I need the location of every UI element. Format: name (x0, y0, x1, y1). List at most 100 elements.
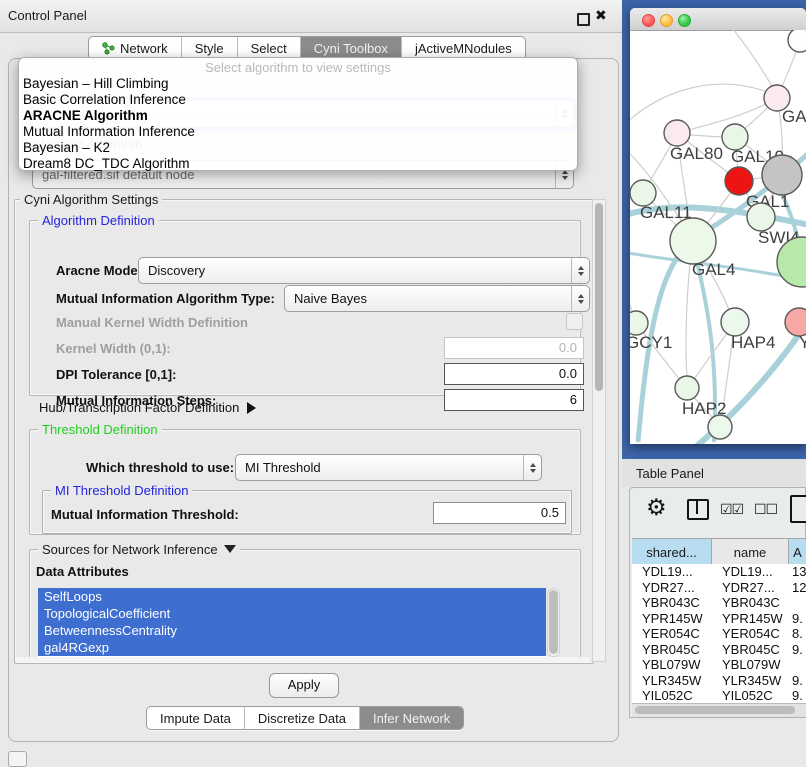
table-row[interactable]: YLR345WYLR345W9. (632, 673, 806, 689)
select-all-columns-icon[interactable]: ☑☑ (720, 501, 743, 518)
column-header[interactable]: shared... (632, 539, 712, 565)
kernel-width-label: Kernel Width (0,1): (56, 341, 171, 356)
export-table-icon[interactable] (790, 495, 806, 523)
threshold-definition-title: Threshold Definition (38, 422, 162, 437)
collapse-arrow-icon (224, 545, 236, 553)
tab-jactivemnodules[interactable]: jActiveMNodules (402, 37, 525, 59)
table-cell: 9. (789, 611, 806, 626)
table-cell: YDL19... (632, 564, 712, 579)
close-traffic-light-icon[interactable] (642, 14, 655, 27)
table-cell: 9. (789, 673, 806, 688)
screen: { "colors": { "desktop_blue": "#3c64a9",… (0, 0, 806, 762)
dpi-tolerance-field[interactable]: 0.0 (444, 363, 584, 385)
algorithm-option[interactable]: Basic Correlation Inference (19, 92, 577, 108)
network-node-gal1[interactable] (725, 167, 753, 195)
apply-button[interactable]: Apply (269, 673, 339, 698)
tab-label: jActiveMNodules (415, 41, 512, 56)
table-row[interactable]: YBR043CYBR043C (632, 595, 806, 611)
table-cell: YIL052C (712, 688, 789, 703)
algorithm-option[interactable]: ARACNE Algorithm (19, 108, 577, 124)
network-node-y[interactable] (785, 308, 806, 336)
table-row[interactable]: YBL079WYBL079W (632, 657, 806, 673)
table-rows: YDL19...YDL19...13YDR27...YDR27...12YBR0… (632, 564, 806, 703)
table-settings-gear-icon[interactable]: ⚙ (646, 494, 667, 521)
table-cell: 8. (789, 626, 806, 641)
network-node[interactable] (788, 30, 806, 52)
algorithm-option[interactable]: Dream8 DC_TDC Algorithm (19, 156, 577, 172)
settings-scrollbar[interactable] (592, 199, 606, 662)
table-header-row: shared...nameA (632, 538, 806, 566)
combo-stepper-icon (571, 286, 589, 311)
table-horizontal-scrollbar[interactable] (632, 703, 806, 717)
tab-style[interactable]: Style (182, 37, 238, 59)
aracne-mode-combobox[interactable]: Discovery (138, 257, 590, 284)
tab-select[interactable]: Select (238, 37, 301, 59)
network-node-gal4[interactable] (670, 218, 716, 264)
dpi-tolerance-label: DPI Tolerance [0,1]: (56, 367, 176, 382)
tab-label: Impute Data (160, 711, 231, 726)
data-attribute-item[interactable]: BetweennessCentrality (38, 622, 546, 639)
network-edge[interactable] (686, 263, 690, 376)
threshold-definition-group: Threshold Definition Which threshold to … (29, 429, 581, 535)
data-attribute-item[interactable]: SelfLoops (38, 588, 546, 605)
network-node[interactable] (708, 415, 732, 439)
table-cell: YBL079W (712, 657, 789, 672)
tab-label: Discretize Data (258, 711, 346, 726)
table-row[interactable]: YPR145WYPR145W9. (632, 611, 806, 627)
network-node-hap2[interactable] (675, 376, 699, 400)
data-attribute-item[interactable]: TopologicalCoefficient (38, 605, 546, 622)
network-node[interactable] (762, 155, 802, 195)
show-columns-icon[interactable] (687, 499, 709, 520)
manual-kernel-width-checkbox[interactable] (566, 313, 583, 330)
algorithm-option[interactable]: Bayesian – Hill Climbing (19, 76, 577, 92)
zoom-traffic-light-icon[interactable] (678, 14, 691, 27)
node-label: Y (799, 333, 806, 352)
network-node-gal80[interactable] (664, 120, 690, 146)
table-row[interactable]: YER054CYER054C8. (632, 626, 806, 642)
algorithm-popup-placeholder: Select algorithm to view settings (19, 60, 577, 76)
table-cell: 9. (789, 642, 806, 657)
bottom-left-partial-icon[interactable] (8, 751, 27, 767)
table-row[interactable]: YBR045CYBR045C9. (632, 642, 806, 658)
float-window-icon[interactable] (577, 13, 590, 26)
tab-label: Cyni Toolbox (314, 41, 388, 56)
table-row[interactable]: YDL19...YDL19...13 (632, 564, 806, 580)
kernel-width-field[interactable]: 0.0 (444, 337, 584, 359)
mi-threshold-field[interactable]: 0.5 (433, 502, 566, 524)
which-threshold-combobox[interactable]: MI Threshold (235, 454, 542, 481)
network-view-window[interactable]: GALGAL80GAL10GAL1GAL11SWI4GAL4GCY1HAP4YH… (630, 8, 806, 444)
deselect-all-columns-icon[interactable]: ☐☐ (754, 501, 777, 518)
table-cell: YER054C (632, 626, 712, 641)
network-window-titlebar[interactable] (630, 8, 806, 31)
algorithm-option[interactable]: Mutual Information Inference (19, 124, 577, 140)
control-panel-titlebar (0, 0, 622, 33)
column-header[interactable]: name (712, 539, 789, 565)
tab-impute-data[interactable]: Impute Data (147, 707, 245, 729)
data-attributes-scrollbar[interactable] (547, 588, 560, 657)
tab-network[interactable]: Network (89, 37, 182, 59)
network-canvas[interactable]: GALGAL80GAL10GAL1GAL11SWI4GAL4GCY1HAP4YH… (630, 30, 806, 444)
mi-algorithm-type-combobox[interactable]: Naive Bayes (284, 285, 590, 312)
data-attribute-item[interactable]: gal4RGexp (38, 639, 546, 656)
table-row[interactable]: YDR27...YDR27...12 (632, 580, 806, 596)
minimize-traffic-light-icon[interactable] (660, 14, 673, 27)
tab-infer-network[interactable]: Infer Network (360, 707, 463, 729)
mi-steps-field[interactable]: 6 (444, 389, 584, 411)
table-cell: YPR145W (712, 611, 789, 626)
column-header[interactable]: A (789, 539, 806, 565)
network-node-hap4[interactable] (721, 308, 749, 336)
tab-cyni-toolbox[interactable]: Cyni Toolbox (301, 37, 402, 59)
algorithm-definition-group: Algorithm Definition Aracne Mode: Discov… (29, 220, 581, 396)
algorithm-popup: Select algorithm to view settings Bayesi… (18, 57, 578, 171)
network-node-gcy1[interactable] (630, 311, 648, 335)
settings-scroll-area: Cyni Algorithm Settings Algorithm Defini… (14, 199, 592, 662)
tab-discretize-data[interactable]: Discretize Data (245, 707, 360, 729)
network-node-swi4[interactable] (747, 203, 775, 231)
sources-group: Sources for Network Inference Data Attri… (29, 549, 581, 662)
close-window-icon[interactable]: ✖ (595, 7, 607, 24)
table-row[interactable]: YIL052CYIL052C9. (632, 688, 806, 703)
algorithm-option[interactable]: Bayesian – K2 (19, 140, 577, 156)
hub-definition-expander[interactable]: Hub/Transcription Factor Definition (39, 400, 256, 415)
network-edge[interactable] (730, 30, 777, 96)
network-edge[interactable] (690, 135, 722, 137)
